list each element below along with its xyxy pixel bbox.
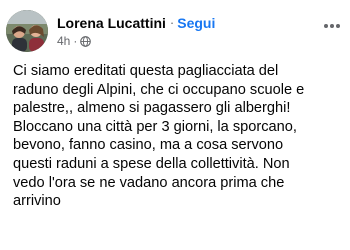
name-row: Lorena Lucattini · Segui bbox=[57, 14, 215, 32]
globe-icon bbox=[80, 35, 92, 47]
more-options-icon[interactable] bbox=[322, 16, 342, 36]
post-subline: 4h · bbox=[57, 34, 215, 49]
author-avatar[interactable] bbox=[6, 10, 48, 52]
facebook-post: Lorena Lucattini · Segui 4h · Ci siamo e… bbox=[0, 0, 350, 250]
post-header: Lorena Lucattini · Segui 4h · bbox=[6, 5, 215, 57]
post-timestamp[interactable]: 4h bbox=[57, 34, 70, 49]
author-name[interactable]: Lorena Lucattini bbox=[57, 14, 166, 32]
follow-button[interactable]: Segui bbox=[177, 14, 215, 32]
post-text: Ci siamo ereditati questa pagliacciata d… bbox=[13, 63, 305, 210]
avatar-photo bbox=[6, 10, 48, 52]
post-meta: Lorena Lucattini · Segui 4h · bbox=[57, 14, 215, 49]
time-separator: · bbox=[73, 33, 78, 48]
separator-dot: · bbox=[169, 14, 175, 30]
